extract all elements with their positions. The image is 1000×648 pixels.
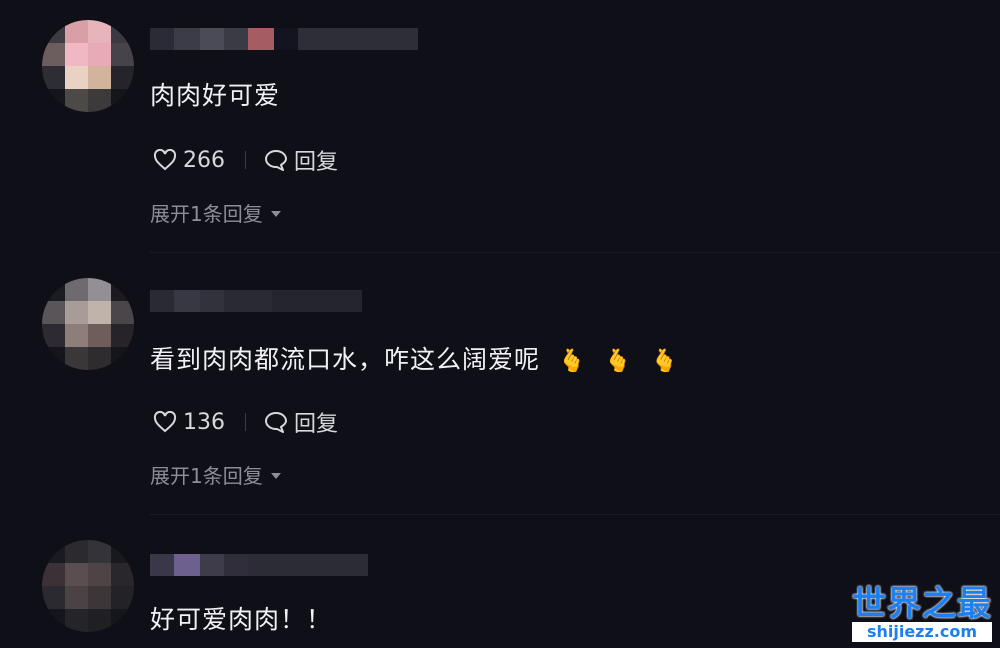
like-button[interactable]: 136 [153,410,225,435]
expand-replies-button[interactable]: 展开1条回复 [150,198,281,227]
username-blurred[interactable] [150,554,368,576]
speech-bubble-icon [265,150,287,171]
expand-replies-button[interactable]: 展开1条回复 [150,460,281,489]
like-count: 136 [183,409,225,435]
heart-icon [153,149,177,171]
heart-icon [153,411,177,433]
username-blurred[interactable] [150,290,362,312]
finger-heart-emoji: 🫰 [558,349,587,374]
finger-heart-emoji: 🫰 [650,349,680,374]
comment-divider [150,252,1000,253]
comment-actions: 266 回复 [153,144,338,176]
site-watermark: 世界之最 shijiezz.com [852,586,992,642]
reply-button[interactable]: 回复 [264,144,338,176]
comment-text-content: 看到肉肉都流口水，咋这么阔爱呢 [150,345,541,374]
caret-down-icon [270,472,281,479]
username-blurred[interactable] [150,28,418,50]
avatar[interactable] [42,540,134,632]
comment-text: 看到肉肉都流口水，咋这么阔爱呢 🫰 🫰 🫰 [150,340,679,376]
expand-label: 展开1条回复 [150,202,263,226]
divider [245,413,246,431]
watermark-logo: 世界之最 [852,584,992,624]
expand-label: 展开1条回复 [150,464,263,488]
reply-label: 回复 [294,412,339,437]
comment-divider [150,514,1000,515]
comment-text: 好可爱肉肉！！ [150,605,333,634]
watermark-url: shijiezz.com [852,622,992,642]
finger-heart-emoji: 🫰 [604,349,633,374]
like-count: 266 [183,147,225,173]
avatar[interactable] [42,278,134,370]
reply-label: 回复 [294,150,339,175]
comment-actions: 136 回复 [153,406,338,438]
speech-bubble-icon [265,412,287,433]
caret-down-icon [270,210,281,217]
avatar[interactable] [42,20,134,112]
comment-text: 肉肉好可爱 [150,81,281,110]
divider [245,151,246,169]
reply-button[interactable]: 回复 [264,406,338,438]
like-button[interactable]: 266 [153,148,225,173]
